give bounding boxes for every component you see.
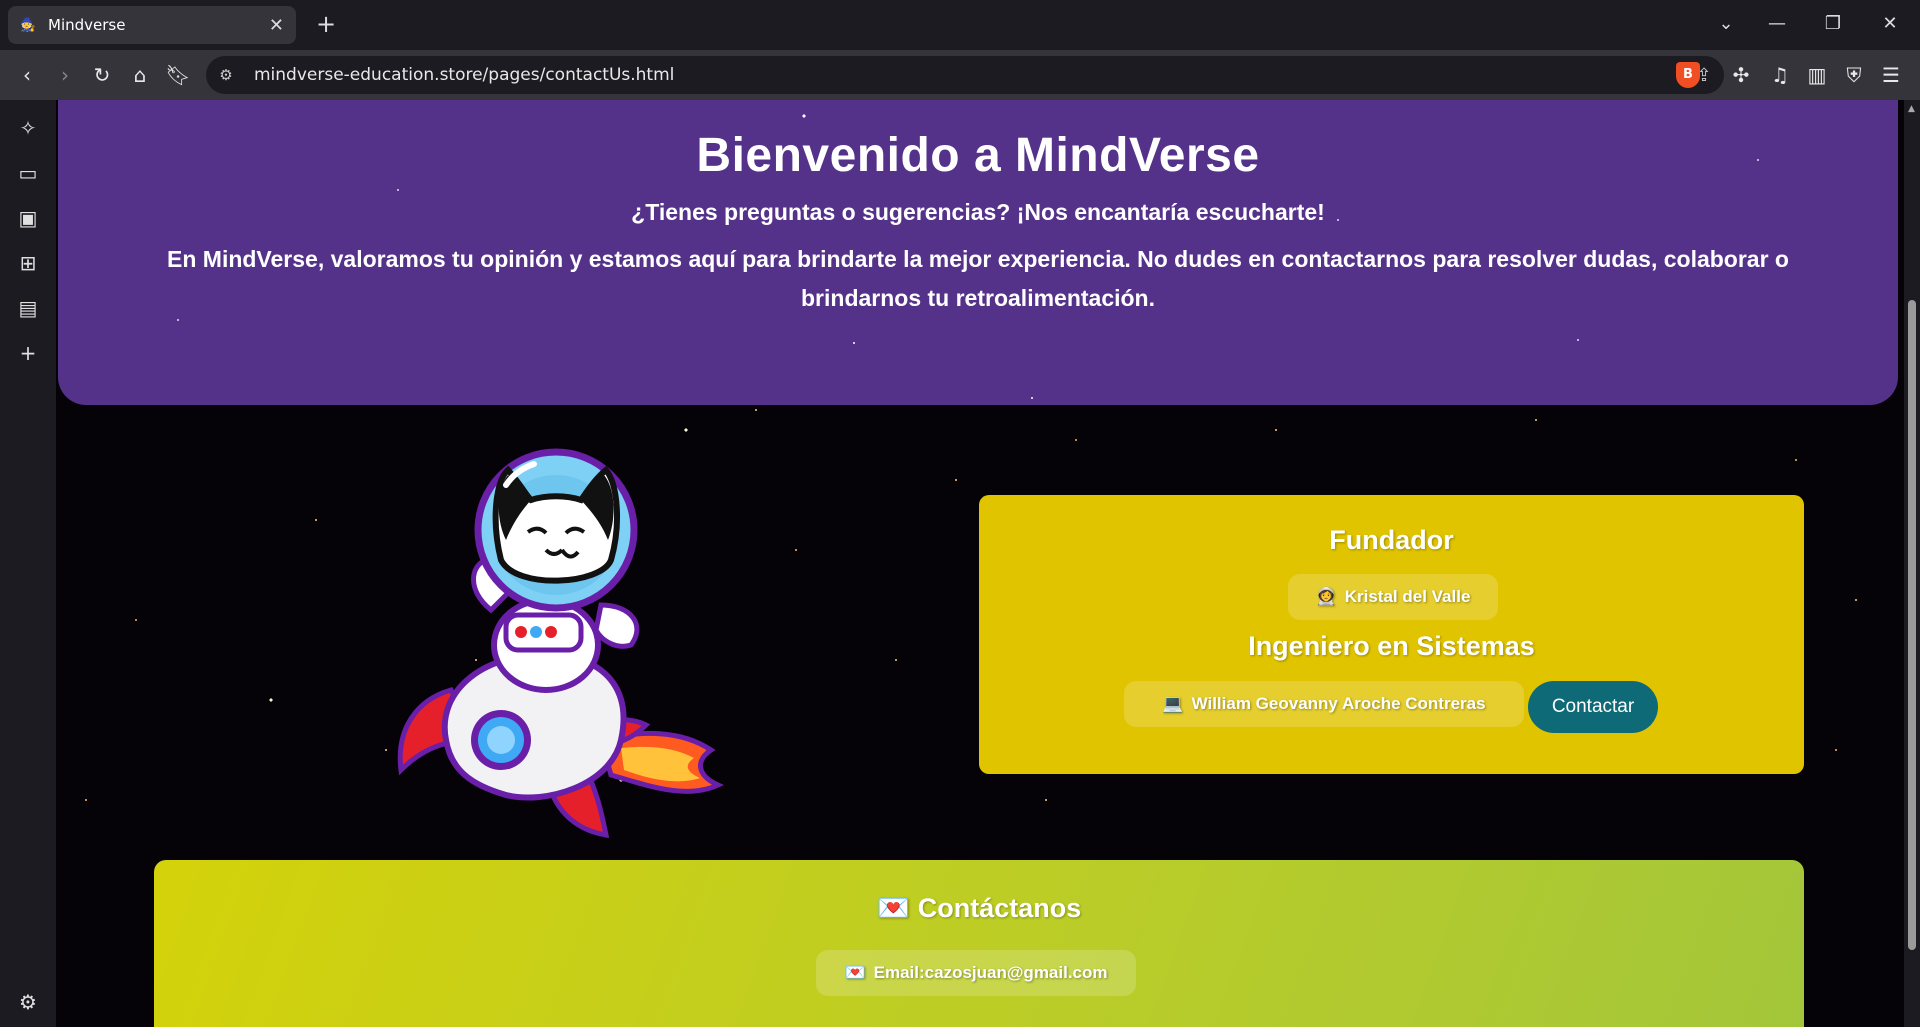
browser-tab[interactable]: 🧙 Mindverse ✕ bbox=[8, 6, 296, 44]
scroll-up-arrow-icon[interactable]: ▲ bbox=[1908, 104, 1915, 114]
desc-body: , valoramos tu opinión y estamos aquí pa… bbox=[317, 246, 1789, 311]
founder-name: Kristal del Valle bbox=[1344, 587, 1471, 606]
engineer-name-badge: 💻 William Geovanny Aroche Contreras bbox=[1124, 681, 1524, 727]
browser-sidebar: ✧ ▭ ▣ ⊞ ▤ + ⚙ bbox=[0, 100, 56, 1027]
add-panel-icon[interactable]: + bbox=[14, 339, 42, 367]
tab-search-button[interactable]: ⌄ bbox=[1706, 10, 1746, 38]
email-badge[interactable]: 💌 Email:cazosjuan@gmail.com bbox=[816, 950, 1136, 996]
page-scrollbar[interactable]: ▲ bbox=[1904, 100, 1920, 1027]
bookmarks-panel-icon[interactable]: ⊞ bbox=[14, 249, 42, 277]
brave-shield-icon[interactable]: B bbox=[1676, 62, 1700, 88]
close-window-button[interactable]: ✕ bbox=[1870, 10, 1910, 38]
close-tab-icon[interactable]: ✕ bbox=[269, 15, 284, 36]
hero-subtitle: ¿Tienes preguntas o sugerencias? ¡Nos en… bbox=[631, 199, 1325, 225]
engineer-name: William Geovanny Aroche Contreras bbox=[1191, 694, 1486, 713]
url-text[interactable]: mindverse-education.store/pages/contactU… bbox=[246, 65, 1684, 85]
founder-heading: Fundador bbox=[1329, 525, 1454, 555]
reading-list-icon[interactable]: ▤ bbox=[14, 294, 42, 322]
extensions-icon[interactable]: ✣ bbox=[1728, 62, 1754, 88]
wallet-icon[interactable]: ▣ bbox=[14, 204, 42, 232]
brand-name: MindVerse bbox=[202, 246, 318, 272]
email-text[interactable]: Email:cazosjuan@gmail.com bbox=[874, 950, 1108, 996]
laptop-icon: 💻 bbox=[1162, 694, 1184, 713]
back-icon[interactable]: ‹ bbox=[14, 62, 40, 88]
astronaut-cat-rocket-illustration bbox=[397, 448, 724, 839]
contact-heading: 💌 Contáctanos bbox=[154, 892, 1804, 924]
talk-video-icon[interactable]: ▭ bbox=[14, 159, 42, 187]
site-favicon-icon: 🧙 bbox=[19, 17, 37, 33]
page-content: Bienvenido a MindVerse ¿Tienes preguntas… bbox=[56, 100, 1904, 1027]
restore-button[interactable]: ❐ bbox=[1813, 10, 1853, 38]
page-title: Bienvenido a MindVerse bbox=[696, 129, 1260, 182]
vpn-icon[interactable]: ⛨ bbox=[1841, 62, 1867, 88]
browser-toolbar: ‹ › ↻ ⌂ 🔖︎ ⚙︎ mindverse-education.store/… bbox=[0, 50, 1920, 100]
new-tab-button[interactable]: + bbox=[312, 10, 340, 38]
astronaut-icon: 👩‍🚀 bbox=[1315, 587, 1337, 606]
site-info-icon[interactable]: ⚙︎ bbox=[206, 66, 246, 84]
tab-title: Mindverse bbox=[48, 16, 126, 34]
menu-icon[interactable]: ☰ bbox=[1878, 62, 1904, 88]
desc-prefix: En bbox=[167, 246, 203, 272]
home-icon[interactable]: ⌂ bbox=[127, 62, 153, 88]
team-card: Fundador 👩‍🚀 Kristal del Valle Ingeniero… bbox=[979, 495, 1804, 774]
contact-button[interactable]: Contactar bbox=[1528, 681, 1658, 733]
engineer-heading: Ingeniero en Sistemas bbox=[1248, 631, 1535, 661]
leo-ai-icon[interactable]: ✧ bbox=[14, 114, 42, 142]
sidebar-toggle-icon[interactable]: ▥ bbox=[1804, 62, 1830, 88]
hero-banner: Bienvenido a MindVerse ¿Tienes preguntas… bbox=[58, 100, 1898, 405]
founder-name-badge: 👩‍🚀 Kristal del Valle bbox=[1288, 574, 1498, 620]
envelope-icon: 💌 bbox=[844, 963, 866, 982]
address-bar[interactable]: ⚙︎ mindverse-education.store/pages/conta… bbox=[206, 56, 1724, 94]
tab-bar: 🧙 Mindverse ✕ + ⌄ — ❐ ✕ bbox=[0, 0, 1920, 50]
forward-icon[interactable]: › bbox=[52, 62, 78, 88]
reload-icon[interactable]: ↻ bbox=[89, 62, 115, 88]
scrollbar-thumb[interactable] bbox=[1908, 300, 1916, 950]
minimize-button[interactable]: — bbox=[1757, 10, 1797, 38]
hero-description: En MindVerse, valoramos tu opinión y est… bbox=[118, 240, 1838, 318]
love-letter-icon: 💌 bbox=[876, 893, 911, 923]
sidebar-settings-icon[interactable]: ⚙ bbox=[14, 988, 42, 1016]
contact-heading-text: Contáctanos bbox=[917, 893, 1082, 923]
bookmark-icon[interactable]: 🔖︎ bbox=[165, 62, 191, 88]
media-icon[interactable]: ♫ bbox=[1767, 62, 1793, 88]
contact-card: 💌 Contáctanos 💌 Email:cazosjuan@gmail.co… bbox=[154, 860, 1804, 1027]
